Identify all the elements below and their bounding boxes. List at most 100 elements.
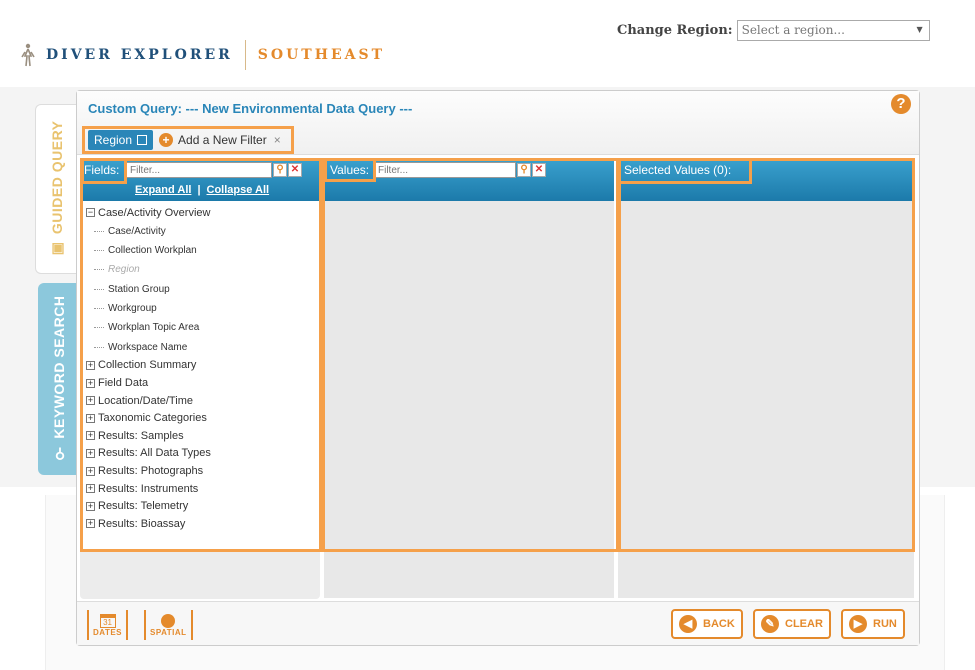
search-icon[interactable]: ⚲ xyxy=(273,163,287,177)
back-button[interactable]: ◀ BACK xyxy=(671,609,743,639)
tree-group[interactable]: + Results: Telemetry xyxy=(86,497,211,515)
spatial-label: SPATIAL xyxy=(150,627,187,637)
tree-connector xyxy=(94,288,104,290)
selected-values-list[interactable] xyxy=(618,201,914,598)
values-list[interactable] xyxy=(324,201,614,598)
tab-guided-query[interactable]: ▣ GUIDED QUERY xyxy=(35,104,77,274)
tree-leaf-label: Case/Activity xyxy=(108,225,166,237)
expand-collapse-links: Expand All | Collapse All xyxy=(135,184,269,196)
tree-leaf: Region xyxy=(86,260,211,279)
expand-icon[interactable]: + xyxy=(86,413,95,423)
dates-button[interactable]: 31 DATES xyxy=(87,610,129,640)
tree-group[interactable]: + Collection Summary xyxy=(86,357,211,375)
run-label: RUN xyxy=(873,618,897,630)
selected-values-label: Selected Values (0): xyxy=(624,163,732,177)
tree-group-label: Field Data xyxy=(98,377,149,390)
fields-tree: − Case/Activity Overview Case/Activity Co… xyxy=(86,204,211,533)
region-name: SOUTHEAST xyxy=(257,47,386,63)
brand-name: DIVER EXPLORER xyxy=(46,47,233,63)
tree-group[interactable]: + Location/Date/Time xyxy=(86,392,211,410)
tree-connector xyxy=(94,230,104,232)
expand-icon[interactable]: + xyxy=(86,484,95,494)
tree-group[interactable]: + Results: All Data Types xyxy=(86,445,211,463)
values-header: Values: ⚲ ✕ xyxy=(324,158,614,201)
site-logo[interactable]: DIVER EXPLORER SOUTHEAST xyxy=(20,40,385,70)
tree-connector xyxy=(94,327,104,329)
tree-group[interactable]: + Results: Bioassay xyxy=(86,515,211,533)
change-region-label: Change Region: xyxy=(617,23,733,38)
page-title: Custom Query: --- New Environmental Data… xyxy=(88,101,413,116)
run-button[interactable]: ▶ RUN xyxy=(841,609,905,639)
clear-label: CLEAR xyxy=(785,618,823,630)
tree-leaf[interactable]: Case/Activity xyxy=(86,222,211,241)
back-label: BACK xyxy=(703,618,735,630)
expand-icon[interactable]: + xyxy=(86,360,95,370)
tree-leaf[interactable]: Workplan Topic Area xyxy=(86,318,211,337)
tree-group[interactable]: + Results: Samples xyxy=(86,427,211,445)
tree-group-label: Results: Samples xyxy=(98,429,184,442)
eraser-icon: ✎ xyxy=(761,615,779,633)
arrow-right-icon: ▶ xyxy=(849,615,867,633)
region-select[interactable]: Select a region... ▼ xyxy=(736,20,930,41)
guided-query-icon: ▣ xyxy=(48,240,65,258)
help-icon[interactable]: ? xyxy=(891,94,911,114)
tab-region[interactable]: Region xyxy=(88,130,154,150)
tab-guided-query-label: GUIDED QUERY xyxy=(48,120,65,235)
calendar-icon: 31 xyxy=(99,613,116,628)
magnifier-icon: ⚲ xyxy=(51,445,67,462)
selected-column: Selected Values (0): xyxy=(618,158,914,598)
tree-connector xyxy=(94,250,104,252)
values-column: Values: ⚲ ✕ xyxy=(324,158,614,598)
expand-icon[interactable]: + xyxy=(86,501,95,511)
tree-group[interactable]: + Results: Photographs xyxy=(86,462,211,480)
tree-leaf-label: Collection Workplan xyxy=(108,245,197,257)
expand-icon[interactable]: + xyxy=(86,466,95,476)
close-tab-icon[interactable]: × xyxy=(274,133,281,147)
spatial-button[interactable]: SPATIAL xyxy=(144,610,193,640)
tree-group[interactable]: + Results: Instruments xyxy=(86,480,211,498)
tree-group-label: Collection Summary xyxy=(98,359,197,372)
expand-all-link[interactable]: Expand All xyxy=(135,184,191,196)
search-icon[interactable]: ⚲ xyxy=(517,163,531,177)
tree-leaf-label: Workgroup xyxy=(108,302,157,314)
tree-group[interactable]: + Taxonomic Categories xyxy=(86,409,211,427)
filter-tabs: Region + Add a New Filter × xyxy=(82,126,294,154)
expand-icon[interactable]: + xyxy=(86,396,95,406)
clear-button[interactable]: ✎ CLEAR xyxy=(753,609,831,639)
tree-leaf-label: Workspace Name xyxy=(108,341,188,353)
tree-leaf-label: Region xyxy=(108,264,140,276)
tree-leaf-label: Station Group xyxy=(108,283,170,295)
tree-group-label: Case/Activity Overview xyxy=(98,206,211,219)
expand-icon[interactable]: + xyxy=(86,431,95,441)
tree-group[interactable]: + Field Data xyxy=(86,374,211,392)
collapse-all-link[interactable]: Collapse All xyxy=(207,184,270,196)
fields-body: − Case/Activity Overview Case/Activity Co… xyxy=(80,201,320,598)
tree-group-expanded[interactable]: − Case/Activity Overview xyxy=(86,204,211,222)
fields-filter-input[interactable] xyxy=(126,162,272,178)
tree-group-label: Results: Bioassay xyxy=(98,517,186,530)
expand-icon[interactable]: + xyxy=(86,378,95,388)
values-label: Values: xyxy=(330,163,370,177)
panel-footer: 31 DATES SPATIAL ◀ BACK ✎ CLEAR ▶ RUN xyxy=(77,601,919,645)
add-filter-tab[interactable]: + Add a New Filter × xyxy=(153,130,287,150)
tree-group-label: Results: Photographs xyxy=(98,465,204,478)
tree-leaf[interactable]: Station Group xyxy=(86,279,211,298)
tree-leaf[interactable]: Workgroup xyxy=(86,299,211,318)
values-filter-input[interactable] xyxy=(374,162,516,178)
expand-icon[interactable]: + xyxy=(86,448,95,458)
tree-leaf[interactable]: Collection Workplan xyxy=(86,241,211,260)
collapse-icon[interactable]: − xyxy=(86,208,95,218)
add-filter-label: Add a New Filter xyxy=(178,133,267,147)
tab-keyword-search[interactable]: ⚲ KEYWORD SEARCH xyxy=(38,283,80,475)
fields-column: Fields: ⚲ ✕ Expand All | Collapse All − Ca… xyxy=(80,158,320,598)
tree-group-label: Taxonomic Categories xyxy=(98,412,207,425)
tree-leaf[interactable]: Workspace Name xyxy=(86,337,211,356)
arrow-left-icon: ◀ xyxy=(679,615,697,633)
clear-icon[interactable]: ✕ xyxy=(532,163,546,177)
expand-icon[interactable]: + xyxy=(86,519,95,529)
tree-connector xyxy=(94,307,104,309)
tree-group-label: Results: Instruments xyxy=(98,482,199,495)
tab-keyword-search-label: KEYWORD SEARCH xyxy=(51,296,67,440)
clear-icon[interactable]: ✕ xyxy=(288,163,302,177)
dropdown-arrow-icon: ▼ xyxy=(916,25,923,34)
